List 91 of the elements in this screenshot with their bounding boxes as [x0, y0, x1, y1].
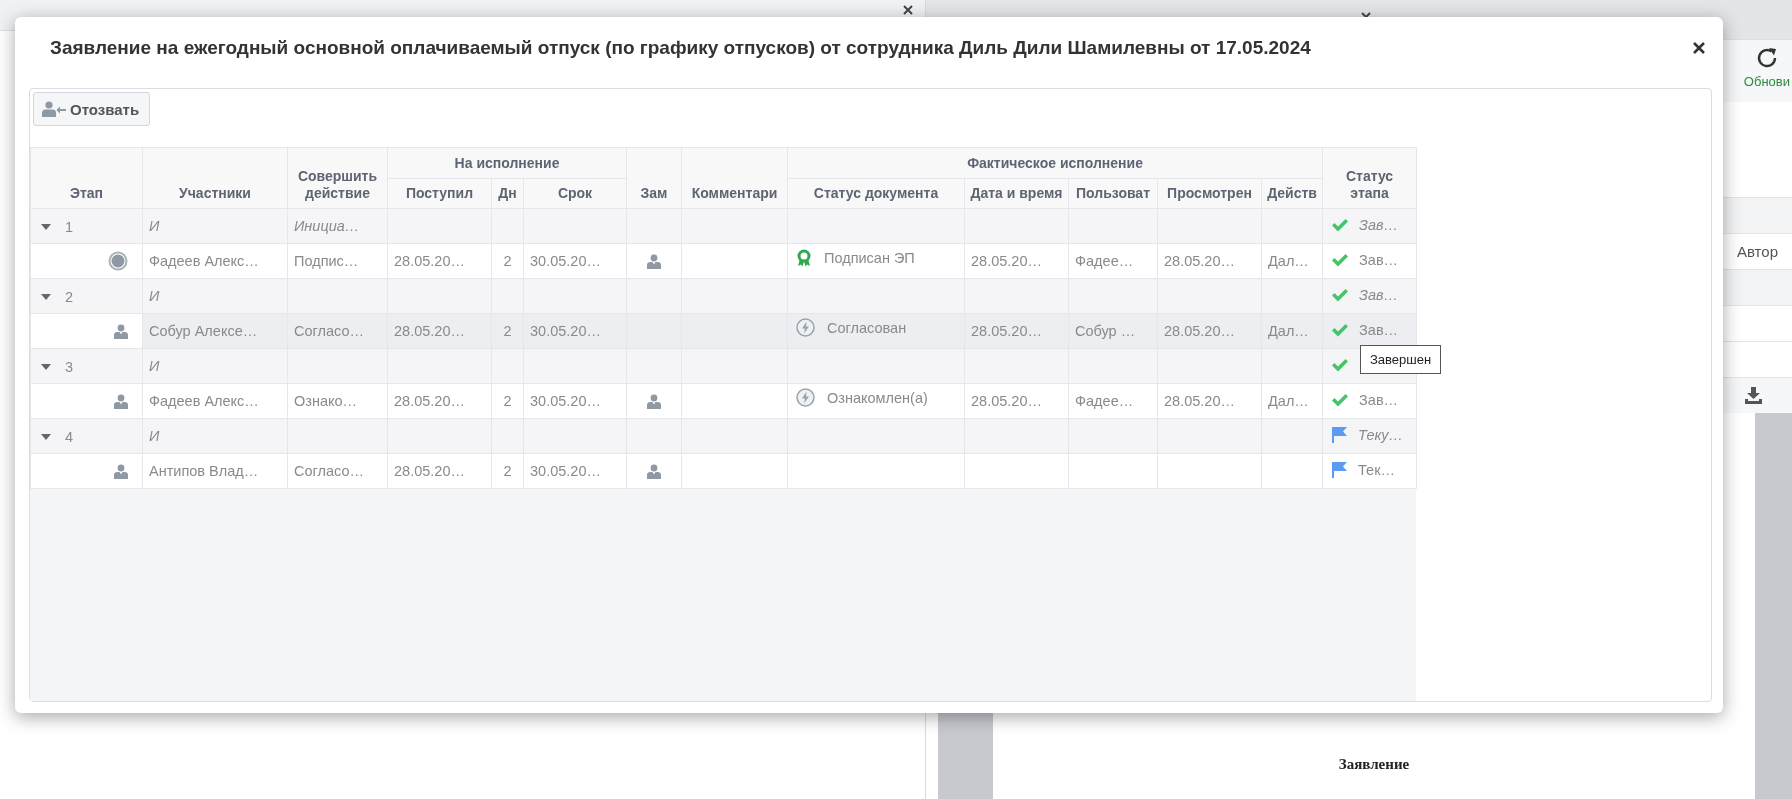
- flag-icon: [1331, 426, 1349, 443]
- table-cell: Дал…: [1261, 243, 1323, 279]
- checkmark-icon: [1331, 393, 1350, 407]
- person-arrow-icon: [42, 101, 66, 117]
- column-group-header: На исполнение: [387, 147, 627, 179]
- tooltip: Завершен: [1360, 345, 1442, 374]
- table-cell: Инициа…: [287, 208, 388, 244]
- column-header[interactable]: Статус этапа: [1322, 147, 1417, 209]
- table-cell: Подпис…: [287, 243, 388, 279]
- column-header[interactable]: Этап: [30, 147, 143, 209]
- status-text: Теку…: [1358, 426, 1404, 443]
- caret-icon[interactable]: [41, 434, 51, 440]
- checkmark-icon: [1331, 323, 1350, 337]
- person-icon: [114, 394, 128, 410]
- table-cell: 30.05.20…: [523, 383, 627, 419]
- table-cell: Согласо…: [287, 453, 388, 489]
- download-icon[interactable]: [1745, 387, 1762, 404]
- status-text: Зав…: [1359, 392, 1399, 408]
- column-header[interactable]: Статус документа: [787, 178, 965, 209]
- checkmark-icon: [1331, 253, 1350, 267]
- status-text: Зав…: [1359, 252, 1399, 268]
- status-text: Зав…: [1359, 217, 1399, 233]
- table-cell[interactable]: 3: [30, 348, 143, 384]
- table-cell: 28.05.20…: [387, 313, 492, 349]
- table-cell: 28.05.20…: [387, 453, 492, 489]
- table-cell: 28.05.20…: [1157, 243, 1262, 279]
- column-header[interactable]: Действ: [1261, 178, 1323, 209]
- table-cell: И: [142, 278, 288, 314]
- column-header[interactable]: Дата и время: [964, 178, 1069, 209]
- table-cell: Антипов Влад…: [142, 453, 288, 489]
- close-icon[interactable]: [903, 5, 913, 15]
- table-cell: Согласо…: [287, 313, 388, 349]
- status-text: Зав…: [1359, 287, 1399, 303]
- caret-icon[interactable]: [41, 364, 51, 370]
- column-header[interactable]: Поступил: [387, 178, 492, 209]
- table-cell: Фадеев Алекс…: [142, 243, 288, 279]
- table-cell: Фадее…: [1068, 383, 1158, 419]
- close-icon: [1693, 41, 1705, 54]
- person-icon: [114, 324, 128, 340]
- table-cell: Фадеев Алекс…: [142, 383, 288, 419]
- table-cell[interactable]: 4: [30, 418, 143, 454]
- table-cell: 28.05.20…: [387, 383, 492, 419]
- column-header[interactable]: Просмотрен: [1157, 178, 1262, 209]
- table-cell: 30.05.20…: [523, 313, 627, 349]
- table-cell: И: [142, 348, 288, 384]
- document-title: Заявление: [1338, 756, 1410, 773]
- table-cell: 28.05.20…: [964, 383, 1069, 419]
- person-icon: [114, 464, 128, 480]
- table-cell: Собур …: [1068, 313, 1158, 349]
- lightning-icon: [796, 388, 815, 407]
- document-status: Согласован: [827, 319, 907, 336]
- table-cell[interactable]: 2: [30, 278, 143, 314]
- caret-icon[interactable]: [41, 224, 51, 230]
- table-cell: И: [142, 418, 288, 454]
- table-cell: 28.05.20…: [964, 243, 1069, 279]
- table-cell[interactable]: 1: [30, 208, 143, 244]
- column-header[interactable]: Участники: [142, 147, 288, 209]
- column-header[interactable]: Совершить действие: [287, 147, 388, 209]
- caret-icon[interactable]: [41, 294, 51, 300]
- dialog-title: Заявление на ежегодный основной оплачиваемый отпуск (по графику отпусков) от сотрудника Диль Дили Шамилевны от 17.05.2024: [50, 36, 1311, 59]
- table-cell: 28.05.20…: [1157, 383, 1262, 419]
- table-cell: 30.05.20…: [523, 453, 627, 489]
- column-header[interactable]: Комментари: [681, 147, 788, 209]
- table-cell: Собур Алексе…: [142, 313, 288, 349]
- lightning-icon: [796, 318, 815, 337]
- status-text: Тек…: [1358, 461, 1395, 478]
- table-cell: 28.05.20…: [387, 243, 492, 279]
- table-cell: 28.05.20…: [964, 313, 1069, 349]
- document-status: Ознакомлен(а): [827, 389, 928, 406]
- column-header: Автор: [1736, 243, 1778, 260]
- status-text: Зав…: [1359, 322, 1399, 338]
- checkmark-icon: [1331, 218, 1350, 232]
- recall-button[interactable]: Отозвать: [33, 92, 151, 126]
- column-group-header: Фактическое исполнение: [787, 147, 1323, 179]
- checkmark-icon: [1331, 288, 1350, 302]
- checkmark-icon: [1331, 357, 1350, 372]
- column-header[interactable]: Пользоват: [1068, 178, 1158, 209]
- table-cell: 30.05.20…: [523, 243, 627, 279]
- flag-icon: [1331, 461, 1349, 478]
- table-cell: И: [142, 208, 288, 244]
- table-cell: Ознако…: [287, 383, 388, 419]
- award-icon: [796, 248, 812, 267]
- refresh-button[interactable]: Обнови: [1743, 40, 1790, 102]
- table-cell: 28.05.20…: [1157, 313, 1262, 349]
- badge-icon: [108, 251, 128, 271]
- table-cell: Дал…: [1261, 383, 1323, 419]
- table-cell: Фадее…: [1068, 243, 1158, 279]
- column-header[interactable]: Срок: [523, 178, 627, 209]
- document-status: Подписан ЭП: [824, 249, 915, 266]
- column-header[interactable]: Зам: [626, 147, 682, 209]
- table-cell: Дал…: [1261, 313, 1323, 349]
